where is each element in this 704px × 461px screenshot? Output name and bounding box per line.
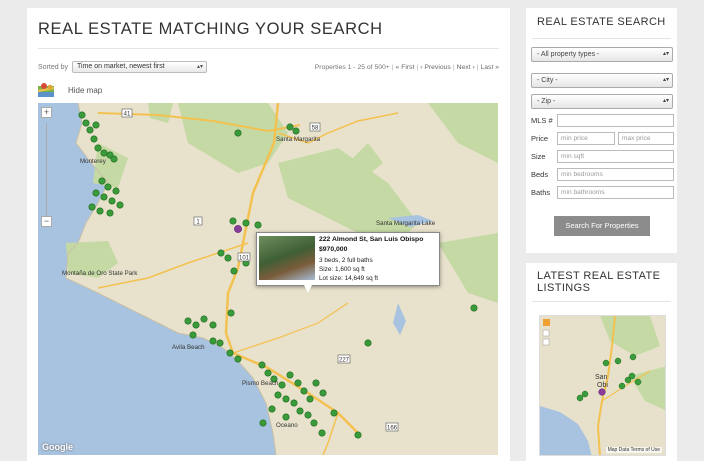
pager-summary: Properties 1 - 25 of 500+ bbox=[314, 64, 390, 71]
pager-next-link[interactable]: Next › bbox=[457, 64, 475, 71]
svg-text:41: 41 bbox=[124, 112, 131, 118]
property-type-select[interactable]: - All property types - ▴▾ bbox=[531, 47, 673, 62]
price-label: Price bbox=[531, 134, 549, 143]
popup-address[interactable]: 222 Almond St, San Luis Obispo bbox=[319, 236, 423, 243]
svg-text:58: 58 bbox=[312, 126, 319, 132]
svg-text:Avila Beach: Avila Beach bbox=[172, 344, 205, 351]
popup-lot-size: Lot size: 14,649 sq ft bbox=[319, 275, 378, 282]
results-map[interactable]: 41 58 101 227 166 1 Monterey Santa Marga… bbox=[38, 103, 498, 455]
baths-label: Baths bbox=[531, 188, 551, 197]
sort-select-value: Time on market, newest first bbox=[77, 63, 165, 70]
zoom-slider-track[interactable] bbox=[46, 123, 47, 216]
size-label: Size bbox=[531, 152, 546, 161]
map-icon bbox=[37, 83, 55, 97]
min-bathrooms-input[interactable]: min bathrooms bbox=[557, 186, 674, 199]
popup-beds-baths: 3 beds, 2 full baths bbox=[319, 257, 373, 264]
mls-label: MLS # bbox=[531, 116, 553, 125]
city-value: - City - bbox=[537, 77, 558, 84]
search-properties-button[interactable]: Search For Properties bbox=[554, 216, 650, 236]
beds-label: Beds bbox=[531, 170, 549, 179]
pager-last-link[interactable]: Last » bbox=[480, 64, 499, 71]
select-arrows-icon: ▴▾ bbox=[662, 77, 669, 83]
city-select[interactable]: - City - ▴▾ bbox=[531, 73, 673, 88]
popup-size: Size: 1,600 sq ft bbox=[319, 266, 365, 273]
listing-popup[interactable]: 222 Almond St, San Luis Obispo $970,000 … bbox=[256, 232, 440, 293]
svg-text:Obi: Obi bbox=[597, 382, 608, 389]
latest-listings-divider bbox=[532, 301, 671, 302]
svg-text:Monterey: Monterey bbox=[80, 158, 107, 165]
svg-text:Montaña de Oro State Park: Montaña de Oro State Park bbox=[62, 270, 138, 277]
select-arrows-icon: ▴▾ bbox=[662, 51, 669, 57]
minimap-credits: Map Data Terms of Use bbox=[605, 447, 662, 453]
title-divider bbox=[38, 48, 499, 49]
min-sqft-input[interactable]: min sqft bbox=[557, 150, 674, 163]
svg-text:227: 227 bbox=[339, 358, 350, 364]
select-arrows-icon: ▴▾ bbox=[662, 98, 669, 104]
zoom-out-button[interactable]: − bbox=[41, 216, 52, 227]
real-estate-search-panel: REAL ESTATE SEARCH - All property types … bbox=[526, 8, 677, 253]
sort-select[interactable]: Time on market, newest first ▴▾ bbox=[72, 61, 207, 73]
google-logo: Google bbox=[42, 442, 73, 452]
svg-text:Santa Margarita: Santa Margarita bbox=[276, 136, 321, 143]
min-bedrooms-input[interactable]: min bedrooms bbox=[557, 168, 674, 181]
popup-price: $970,000 bbox=[319, 246, 348, 253]
search-panel-divider bbox=[532, 38, 671, 39]
svg-text:Santa Margarita Lake: Santa Margarita Lake bbox=[376, 220, 436, 227]
hide-map-toggle[interactable]: Hide map bbox=[37, 83, 103, 97]
search-panel-title: REAL ESTATE SEARCH bbox=[537, 16, 666, 28]
zoom-in-button[interactable]: + bbox=[41, 107, 52, 118]
hide-map-label: Hide map bbox=[68, 85, 103, 95]
zip-value: - Zip - bbox=[537, 98, 556, 105]
pagination: Properties 1 - 25 of 500+ | « First | ‹ Prev… bbox=[314, 64, 499, 71]
latest-listings-map[interactable]: San Obi Map Data Terms of Use bbox=[539, 315, 666, 456]
pager-first-link[interactable]: « First bbox=[396, 64, 415, 71]
svg-text:Oceano: Oceano bbox=[276, 422, 298, 429]
svg-text:101: 101 bbox=[239, 256, 250, 262]
sort-label: Sorted by bbox=[38, 64, 68, 71]
search-results-panel: REAL ESTATE MATCHING YOUR SEARCH Sorted … bbox=[27, 8, 510, 461]
min-price-input[interactable]: min price bbox=[557, 132, 615, 145]
svg-text:San: San bbox=[595, 374, 608, 381]
zip-select[interactable]: - Zip - ▴▾ bbox=[531, 94, 673, 109]
max-price-input[interactable]: max price bbox=[618, 132, 674, 145]
svg-text:166: 166 bbox=[387, 426, 398, 432]
latest-listings-panel: LATEST REAL ESTATE LISTINGS San Obi Map … bbox=[526, 263, 677, 461]
svg-text:Pismo Beach: Pismo Beach bbox=[242, 380, 279, 387]
selected-pin bbox=[234, 225, 242, 233]
select-arrows-icon: ▴▾ bbox=[196, 64, 203, 70]
property-type-value: - All property types - bbox=[537, 51, 600, 58]
page-title: REAL ESTATE MATCHING YOUR SEARCH bbox=[38, 20, 383, 38]
pager-previous-link[interactable]: ‹ Previous bbox=[420, 64, 451, 71]
minimap-canvas: San Obi bbox=[540, 316, 665, 455]
latest-listings-title: LATEST REAL ESTATE LISTINGS bbox=[537, 270, 661, 294]
mls-input[interactable] bbox=[557, 114, 674, 127]
popup-tail bbox=[304, 285, 312, 293]
listing-photo bbox=[259, 236, 315, 280]
